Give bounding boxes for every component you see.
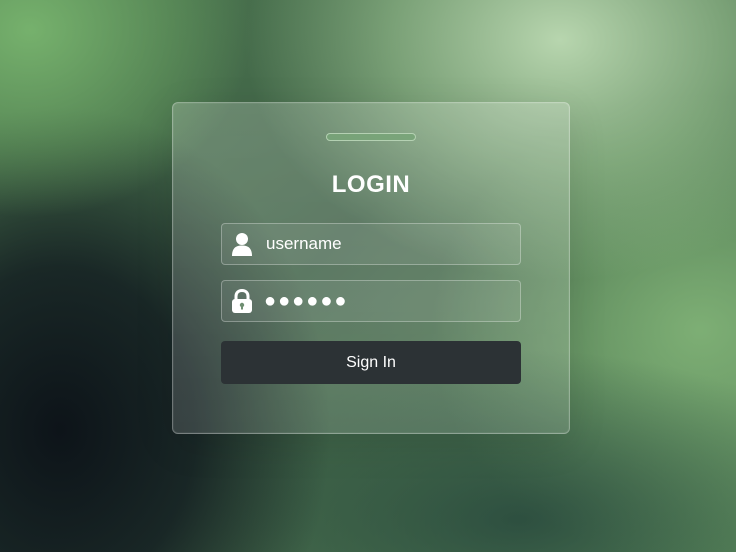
- sign-in-button[interactable]: Sign In: [221, 341, 521, 384]
- lock-icon: [231, 289, 253, 313]
- card-handle: [326, 133, 416, 141]
- user-icon: [231, 232, 253, 256]
- password-masked-value: ●●●●●●: [264, 290, 349, 312]
- password-field[interactable]: ●●●●●●: [221, 280, 521, 322]
- username-field[interactable]: username: [221, 223, 521, 265]
- username-value: username: [266, 234, 342, 253]
- login-title: LOGIN: [331, 171, 411, 198]
- login-card: LOGIN username ●●●●●● Sign In: [172, 102, 570, 434]
